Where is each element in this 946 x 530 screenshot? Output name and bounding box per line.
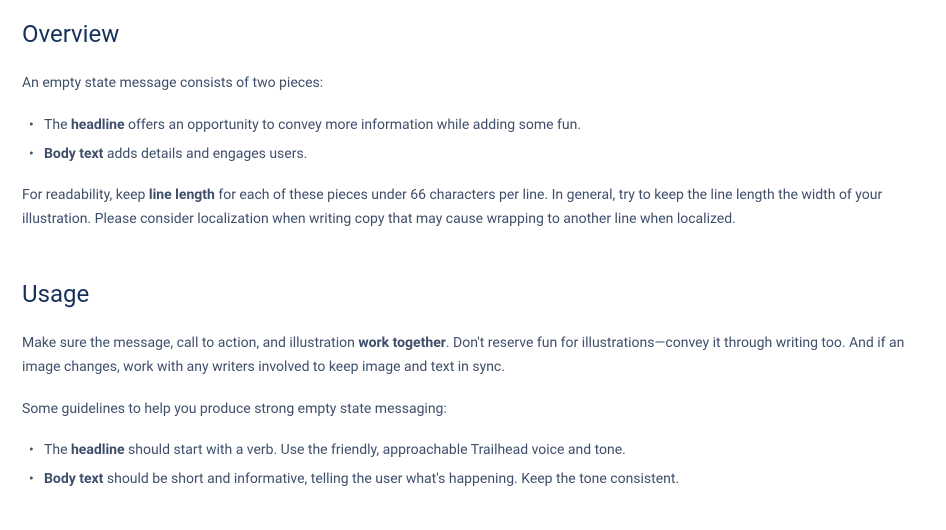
usage-intro: Make sure the message, call to action, a… — [22, 332, 924, 380]
bullet-pre: The — [44, 442, 71, 458]
list-item: The headline offers an opportunity to co… — [44, 114, 924, 138]
overview-intro: An empty state message consists of two p… — [22, 72, 924, 96]
list-item: The headline should start with a verb. U… — [44, 439, 924, 463]
bullet-bold: Body text — [44, 146, 103, 162]
overview-bullet-list: The headline offers an opportunity to co… — [22, 114, 924, 167]
bullet-bold: Body text — [44, 471, 103, 487]
usage-intro-bold: work together — [358, 335, 446, 351]
usage-guidelines-intro: Some guidelines to help you produce stro… — [22, 398, 924, 422]
bullet-post: adds details and engages users. — [103, 146, 307, 162]
usage-heading: Usage — [22, 280, 924, 308]
bullet-post: should be short and informative, telling… — [103, 471, 679, 487]
usage-bullet-list: The headline should start with a verb. U… — [22, 439, 924, 492]
overview-heading: Overview — [22, 20, 924, 48]
list-item: Body text adds details and engages users… — [44, 143, 924, 167]
bullet-bold: headline — [71, 442, 125, 458]
bullet-post: offers an opportunity to convey more inf… — [125, 117, 581, 133]
readability-bold: line length — [149, 187, 215, 203]
usage-intro-pre: Make sure the message, call to action, a… — [22, 335, 358, 351]
list-item: Body text should be short and informativ… — [44, 468, 924, 492]
bullet-bold: headline — [71, 117, 125, 133]
bullet-pre: The — [44, 117, 71, 133]
readability-pre: For readability, keep — [22, 187, 149, 203]
overview-readability: For readability, keep line length for ea… — [22, 184, 924, 232]
bullet-post: should start with a verb. Use the friend… — [125, 442, 626, 458]
